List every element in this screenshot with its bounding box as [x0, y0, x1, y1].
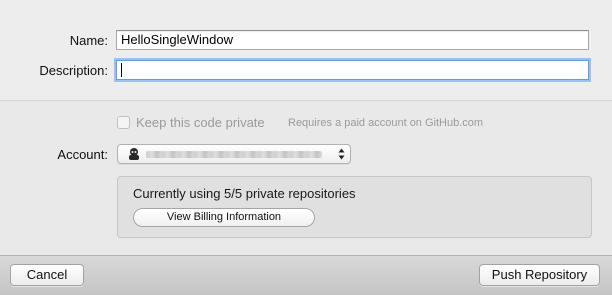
text-caret — [121, 62, 122, 77]
form-section — [0, 0, 612, 101]
account-name-obscured — [146, 151, 322, 158]
paid-account-hint: Requires a paid account on GitHub.com — [288, 117, 484, 129]
cancel-button[interactable]: Cancel — [10, 264, 84, 286]
octocat-avatar-icon — [129, 148, 139, 160]
account-popup[interactable] — [117, 144, 351, 164]
description-field[interactable] — [116, 60, 589, 80]
private-repos-info-box: Currently using 5/5 private repositories… — [117, 176, 592, 238]
private-repos-usage-text: Currently using 5/5 private repositories — [133, 186, 356, 201]
private-checkbox[interactable] — [117, 116, 130, 129]
dialog-footer: Cancel Push Repository — [0, 255, 612, 295]
name-field-value: HelloSingleWindow — [121, 32, 233, 47]
description-label: Description: — [39, 63, 108, 78]
private-checkbox-label: Keep this code private — [136, 115, 265, 130]
account-label: Account: — [57, 147, 108, 162]
push-repository-button[interactable]: Push Repository — [479, 264, 600, 286]
popup-stepper-icon — [338, 148, 345, 160]
name-label: Name: — [69, 33, 108, 48]
view-billing-button[interactable]: View Billing Information — [133, 208, 315, 227]
name-field[interactable]: HelloSingleWindow — [116, 30, 589, 50]
